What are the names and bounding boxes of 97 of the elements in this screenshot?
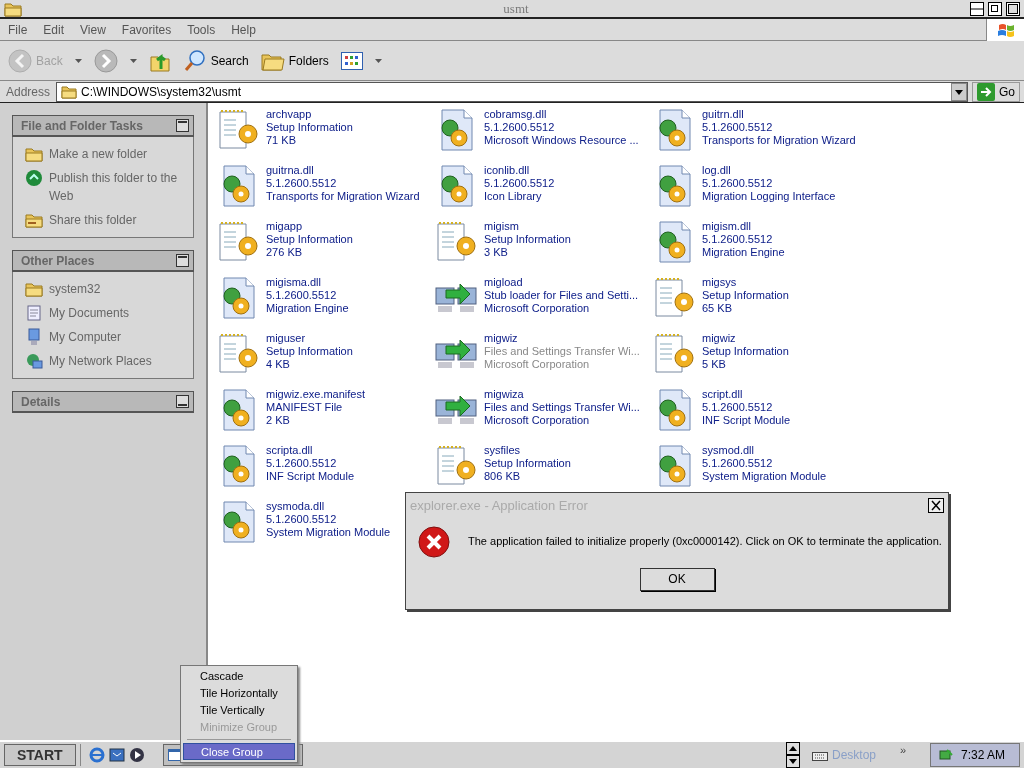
file-name[interactable]: sysmod.dll (702, 444, 827, 457)
file-info: 4 KB (266, 358, 291, 371)
menu-item[interactable]: Help (223, 20, 264, 39)
menu-item[interactable]: Close Group (183, 743, 295, 760)
file-info: Setup Information (702, 289, 789, 302)
file-name[interactable]: guitrn.dll (702, 108, 856, 121)
file-info: 5.1.2600.5512 (266, 177, 338, 190)
file-info: 65 KB (702, 302, 733, 315)
file-info: 5.1.2600.5512 (484, 121, 556, 134)
file-info: 5.1.2600.5512 (266, 289, 338, 302)
menu-item[interactable]: Tools (179, 20, 224, 39)
file-name[interactable]: sysmoda.dll (266, 500, 391, 513)
file-info: 2 KB (266, 414, 291, 427)
folders-button[interactable]: Folders (260, 49, 329, 72)
file-info: 5.1.2600.5512 (484, 177, 555, 190)
file-name[interactable]: migsys (702, 276, 789, 289)
file-info: Setup Information (484, 457, 571, 470)
chevron-button[interactable]: » (899, 744, 906, 756)
file-name[interactable]: migwiz.exe.manifest (266, 388, 366, 401)
file-name[interactable]: migism (484, 220, 571, 233)
file-info: Microsoft Corporation (484, 358, 591, 371)
file-info: Microsoft Corporation (484, 414, 591, 427)
file-info: System Migration Module (702, 470, 827, 483)
file-info: 5 KB (702, 358, 727, 371)
task-link[interactable]: Share this folder (25, 211, 181, 229)
file-name[interactable]: cobramsg.dll (484, 108, 639, 121)
file-info: Files and Settings Transfer Wi... (484, 401, 640, 414)
file-info: Microsoft Windows Resource ... (484, 134, 639, 147)
file-name[interactable]: script.dll (702, 388, 791, 401)
desktop-toolbar[interactable]: Desktop » (804, 744, 914, 766)
menu-item[interactable]: File (0, 20, 36, 39)
file-info: Transports for Migration Wizard (702, 134, 856, 147)
file-name[interactable]: log.dll (702, 164, 836, 177)
file-info: 5.1.2600.5512 (266, 513, 338, 526)
file-info: Transports for Migration Wizard (266, 190, 420, 203)
task-link[interactable]: Publish this folder to the Web (25, 169, 181, 205)
file-info: 5.1.2600.5512 (702, 121, 774, 134)
task-link[interactable]: system32 (25, 280, 181, 298)
window-title: usmt (502, 0, 530, 18)
file-info: MANIFEST File (266, 401, 344, 414)
file-name[interactable]: migwiza (484, 388, 640, 401)
file-info: 3 KB (484, 246, 509, 259)
file-info: Stub loader for Files and Setti... (484, 289, 639, 302)
file-info: 71 KB (266, 134, 297, 147)
file-info: Setup Information (484, 233, 571, 246)
file-info: Setup Information (266, 233, 353, 246)
file-info: 5.1.2600.5512 (702, 233, 774, 246)
search-button[interactable]: Search (182, 48, 249, 73)
clock: 7:32 AM (961, 747, 1006, 764)
file-info: 5.1.2600.5512 (702, 401, 774, 414)
file-name[interactable]: sysfiles (484, 444, 571, 457)
file-name[interactable]: migwiz (484, 332, 640, 345)
file-name[interactable]: archvapp (266, 108, 353, 121)
task-link[interactable]: My Network Places (25, 352, 181, 370)
file-info: Setup Information (266, 121, 353, 134)
menu-item[interactable]: Tile Horizontally (183, 685, 295, 702)
file-name[interactable]: migisma.dll (266, 276, 349, 289)
menu-item[interactable]: View (72, 20, 114, 39)
address-field[interactable]: C:\WINDOWS\system32\usmt (56, 81, 968, 102)
file-info: 5.1.2600.5512 (702, 457, 774, 470)
file-name[interactable]: scripta.dll (266, 444, 355, 457)
file-info: INF Script Module (702, 414, 791, 427)
file-info: Microsoft Corporation (484, 302, 591, 315)
file-info: Migration Engine (702, 246, 785, 259)
file-info: 806 KB (484, 470, 522, 483)
address-label: Address (5, 83, 52, 101)
menu-item[interactable]: Tile Vertically (183, 702, 295, 719)
task-link[interactable]: My Documents (25, 304, 181, 322)
toolbar-label: Desktop (832, 747, 878, 764)
file-name[interactable]: migload (484, 276, 639, 289)
file-info: Setup Information (702, 345, 789, 358)
file-info: Migration Logging Interface (702, 190, 836, 203)
file-name[interactable]: migapp (266, 220, 353, 233)
file-name[interactable]: migism.dll (702, 220, 785, 233)
file-name[interactable]: iconlib.dll (484, 164, 555, 177)
file-info: 276 KB (266, 246, 304, 259)
file-info: Migration Engine (266, 302, 349, 315)
menu-item[interactable]: Favorites (113, 20, 180, 39)
file-name[interactable]: miguser (266, 332, 353, 345)
file-info: INF Script Module (266, 470, 355, 483)
file-info: Setup Information (266, 345, 353, 358)
file-name[interactable]: guitrna.dll (266, 164, 420, 177)
file-info: Files and Settings Transfer Wi... (484, 345, 640, 358)
ok-button[interactable]: OK (639, 567, 715, 591)
file-info: System Migration Module (266, 526, 391, 539)
menu-item[interactable]: Cascade (183, 668, 295, 685)
menu-item[interactable]: Edit (35, 20, 73, 39)
error-message: The application failed to initialize properly (0xc0000142). Click on OK to terminate the application. (468, 534, 942, 550)
start-button[interactable]: START (4, 744, 76, 766)
file-name[interactable]: migwiz (702, 332, 789, 345)
task-link[interactable]: My Computer (25, 328, 181, 346)
go-button[interactable]: Go (972, 81, 1020, 102)
file-info: Icon Library (484, 190, 543, 203)
file-info: 5.1.2600.5512 (702, 177, 774, 190)
task-link[interactable]: Make a new folder (25, 145, 181, 163)
address-text: C:\WINDOWS\system32\usmt (81, 83, 243, 101)
file-info: 5.1.2600.5512 (266, 457, 338, 470)
